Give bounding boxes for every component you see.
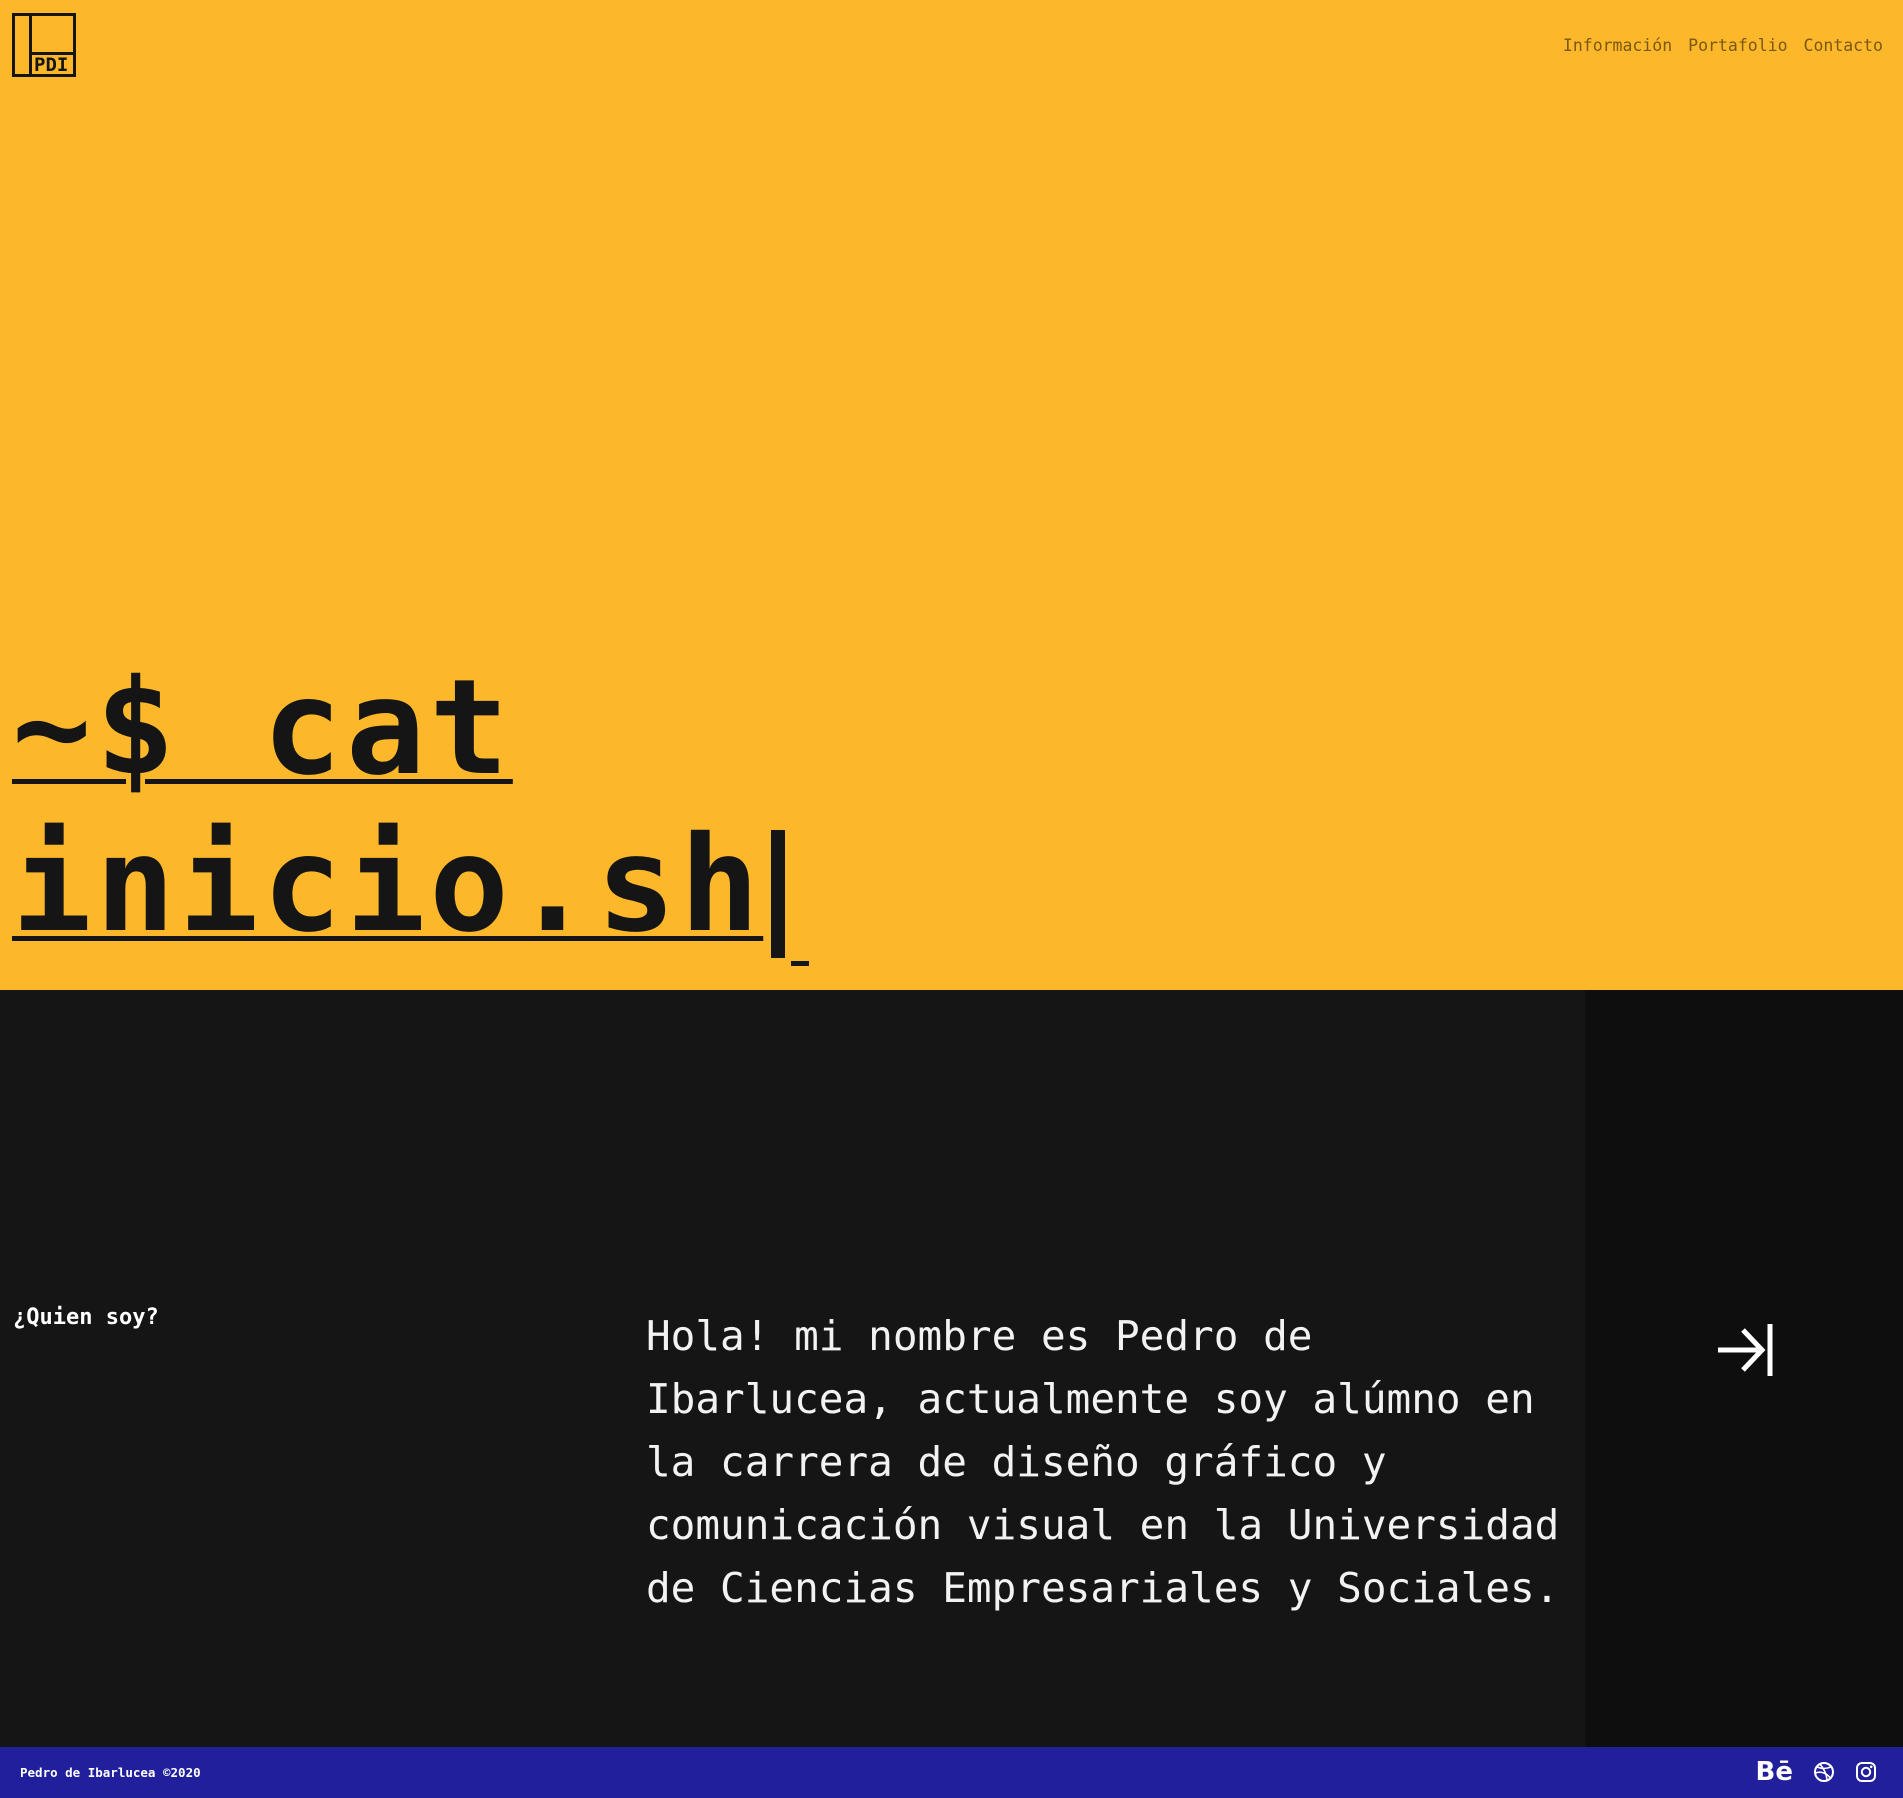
pdi-logo[interactable]: PDI (12, 13, 76, 77)
behance-icon[interactable]: Bē (1756, 1757, 1793, 1787)
logo-text: PDI (34, 54, 69, 76)
hero-section: PDI Información Portafolio Contacto ~$ c… (0, 0, 1903, 990)
nav-item-contacto[interactable]: Contacto (1804, 36, 1883, 55)
social-links: Bē (1756, 1757, 1877, 1787)
nav-item-portafolio[interactable]: Portafolio (1688, 36, 1787, 55)
main-nav: Información Portafolio Contacto (1563, 36, 1883, 55)
arrow-right-to-bar-icon[interactable] (1716, 1322, 1774, 1378)
about-paragraph: Hola! mi nombre es Pedro de Ibarlucea, a… (646, 1312, 1560, 1612)
dribbble-icon[interactable] (1813, 1761, 1835, 1783)
footer-copyright: Pedro de Ibarlucea ©2020 (20, 1765, 201, 1780)
headline-line-1: ~$ cat (12, 648, 513, 808)
headline-line-1-text: ~$ cat (12, 651, 513, 805)
logo-vertical-line (29, 16, 32, 74)
terminal-cursor (771, 830, 786, 958)
about-heading: ¿Quien soy? (13, 1305, 159, 1330)
headline-line-2: inicio.sh (12, 805, 810, 966)
headline-line-2-text: inicio.sh (12, 808, 764, 962)
cursor-underscore (791, 961, 810, 966)
nav-item-informacion[interactable]: Información (1563, 36, 1672, 55)
footer: Pedro de Ibarlucea ©2020 Bē (0, 1747, 1903, 1798)
instagram-icon[interactable] (1855, 1761, 1877, 1783)
